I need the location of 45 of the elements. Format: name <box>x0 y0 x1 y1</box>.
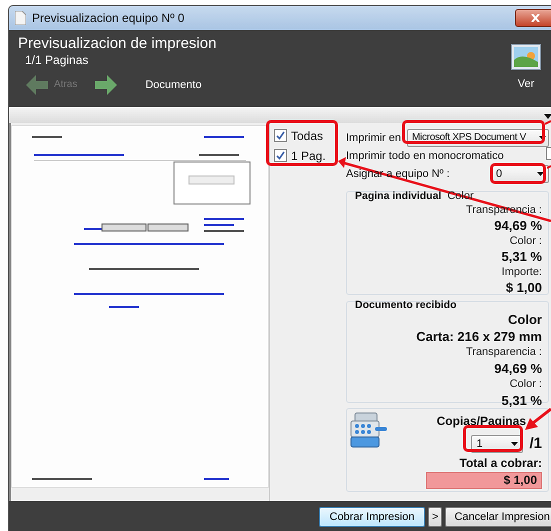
checkbox-label: Todas <box>291 128 324 143</box>
stat-label: Color : <box>510 234 542 248</box>
left-arrow-icon <box>26 74 48 95</box>
charge-button[interactable]: Cobrar Impresion <box>319 506 425 527</box>
stat-label: Importe: <box>502 264 542 279</box>
more-button[interactable]: > <box>428 506 442 527</box>
stat-value: 5,31 % <box>502 248 542 265</box>
stat-value: $ 1,00 <box>506 278 542 296</box>
right-arrow-icon <box>95 74 118 95</box>
close-button[interactable] <box>515 8 551 27</box>
window-title: Previsualizacion equipo Nº 0 <box>32 10 184 25</box>
page-count: 1/1 Paginas <box>25 52 90 67</box>
annotation-frame <box>490 163 546 184</box>
annotation-arrow <box>524 408 551 432</box>
stat-value: 94,69 % <box>494 360 542 377</box>
stat-label: Color : <box>510 376 542 392</box>
checkbox-label: 1 Pag. <box>291 148 326 163</box>
image-icon <box>511 44 541 70</box>
total-label: Total a cobrar: <box>460 454 542 472</box>
close-icon <box>530 14 540 22</box>
color-mode: Color <box>508 310 542 328</box>
forward-button[interactable] <box>95 74 118 95</box>
total-amount-field: $ 1,00 <box>426 472 542 489</box>
checkbox[interactable] <box>274 149 287 162</box>
total-pages: /1 <box>529 435 542 452</box>
group-title: Documento recibido <box>355 298 457 311</box>
caret-icon <box>539 136 546 140</box>
checkbox[interactable] <box>274 129 287 142</box>
caret-icon <box>537 172 544 176</box>
caret-icon <box>511 442 518 446</box>
stat-label: Transparencia : <box>466 344 542 360</box>
annotation-frame <box>266 120 338 166</box>
caret-icon[interactable] <box>544 114 551 119</box>
preview-title: Previsualizacion de impresion <box>18 34 216 53</box>
printer-label: Imprimir en <box>346 132 402 144</box>
group-title: Pagina individual <box>355 190 442 202</box>
view-button[interactable]: Ver <box>511 34 541 107</box>
document-link[interactable]: Documento <box>145 78 202 91</box>
stat-value: 94,69 % <box>494 216 542 234</box>
monochrome-label: Imprimir todo en monocromatico <box>346 150 504 162</box>
paper-size: Carta: 216 x 279 mm <box>416 328 542 345</box>
cancel-button[interactable]: Cancelar Impresion <box>445 506 551 527</box>
copies-label: Copias/Paginas <box>436 412 526 430</box>
stat-value: 5,31 % <box>502 392 542 409</box>
document-icon <box>15 10 26 25</box>
